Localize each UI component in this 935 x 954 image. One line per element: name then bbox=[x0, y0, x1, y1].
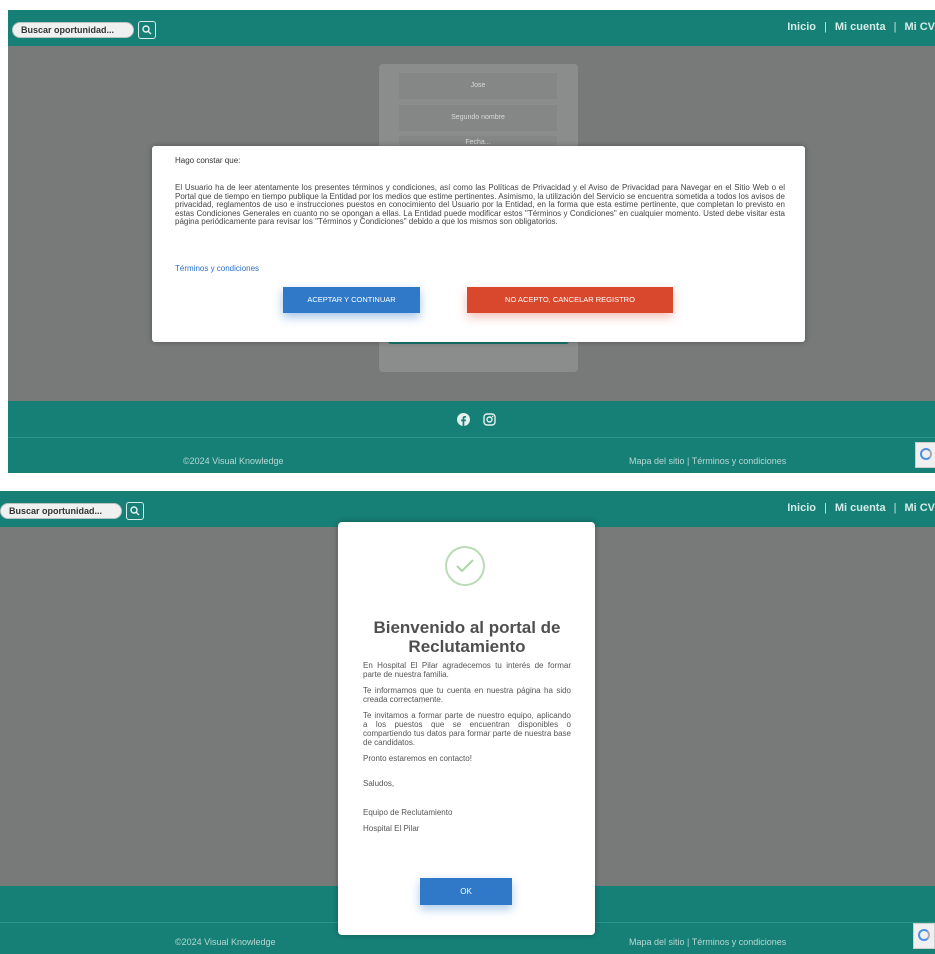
terms-body: El Usuario ha de leer atentamente los pr… bbox=[175, 183, 785, 227]
welcome-modal: Bienvenido al portal de Reclutamiento En… bbox=[338, 522, 595, 935]
welcome-paragraph: Pronto estaremos en contacto! bbox=[363, 754, 472, 763]
screenshot-terms: Buscar oportunidad... Inicio | Mi cuenta | M… bbox=[8, 10, 935, 473]
welcome-title: Bienvenido al portal de Reclutamiento bbox=[373, 618, 561, 656]
search-button[interactable] bbox=[126, 502, 144, 520]
facebook-icon[interactable] bbox=[457, 413, 470, 431]
nav-mi-cv[interactable]: Mi CV bbox=[904, 502, 935, 514]
welcome-body: En Hospital El Pilar agradecemos tu inte… bbox=[363, 661, 571, 840]
welcome-paragraph: Te informamos que tu cuenta en nuestra p… bbox=[363, 686, 571, 704]
search-button[interactable] bbox=[138, 21, 156, 39]
nav-mi-cv[interactable]: Mi CV bbox=[904, 21, 935, 33]
reject-button[interactable]: NO ACEPTO, CANCELAR REGISTRO bbox=[467, 287, 673, 313]
recaptcha-icon[interactable] bbox=[913, 923, 935, 949]
footer-links[interactable]: Mapa del sitio | Términos y condiciones bbox=[629, 456, 786, 466]
date-field[interactable]: Fecha... bbox=[399, 136, 557, 146]
welcome-paragraph: Equipo de Reclutamiento bbox=[363, 808, 453, 817]
nav-inicio[interactable]: Inicio bbox=[787, 21, 816, 33]
terms-modal: Hago constar que: El Usuario ha de leer … bbox=[152, 146, 805, 342]
accept-button[interactable]: ACEPTAR Y CONTINUAR bbox=[283, 287, 420, 313]
nav-separator: | bbox=[893, 502, 897, 514]
footer-links[interactable]: Mapa del sitio | Términos y condiciones bbox=[629, 937, 786, 947]
footer-copyright: ©2024 Visual Knowledge bbox=[175, 937, 276, 947]
recaptcha-icon[interactable] bbox=[915, 442, 935, 468]
nav-separator: | bbox=[893, 21, 897, 33]
screenshot-welcome: Buscar oportunidad... Inicio | Mi cuenta | M… bbox=[0, 491, 935, 954]
welcome-paragraph: Hospital El Pilar bbox=[363, 824, 420, 833]
footer-bar: ©2024 Visual Knowledge Mapa del sitio | … bbox=[8, 437, 935, 473]
nav-mi-cuenta[interactable]: Mi cuenta bbox=[835, 502, 886, 514]
footer-copyright: ©2024 Visual Knowledge bbox=[183, 456, 284, 466]
welcome-paragraph: Saludos, bbox=[363, 779, 395, 788]
nav-inicio[interactable]: Inicio bbox=[787, 502, 816, 514]
ok-button[interactable]: OK bbox=[420, 878, 512, 905]
main-nav: Inicio | Mi cuenta | Mi CV bbox=[787, 502, 935, 514]
search-icon bbox=[130, 506, 140, 516]
nav-mi-cuenta[interactable]: Mi cuenta bbox=[835, 21, 886, 33]
footer-social-bar bbox=[8, 401, 935, 437]
nav-separator: | bbox=[823, 502, 827, 514]
main-nav: Inicio | Mi cuenta | Mi CV bbox=[787, 21, 935, 33]
instagram-icon[interactable] bbox=[483, 413, 496, 431]
check-icon bbox=[445, 546, 485, 586]
first-name-field[interactable]: Jose bbox=[399, 73, 557, 99]
welcome-paragraph: Te invitamos a formar parte de nuestro e… bbox=[363, 711, 571, 747]
terms-link[interactable]: Términos y condiciones bbox=[175, 264, 259, 273]
welcome-paragraph: En Hospital El Pilar agradecemos tu inte… bbox=[363, 661, 571, 679]
search-input[interactable]: Buscar oportunidad... bbox=[0, 503, 122, 519]
nav-separator: | bbox=[823, 21, 827, 33]
search-input[interactable]: Buscar oportunidad... bbox=[12, 22, 134, 38]
top-bar: Buscar oportunidad... Inicio | Mi cuenta | M… bbox=[8, 10, 935, 46]
terms-heading: Hago constar que: bbox=[175, 156, 241, 165]
search-icon bbox=[142, 25, 152, 35]
second-name-field[interactable]: Segundo nombre bbox=[399, 105, 557, 131]
